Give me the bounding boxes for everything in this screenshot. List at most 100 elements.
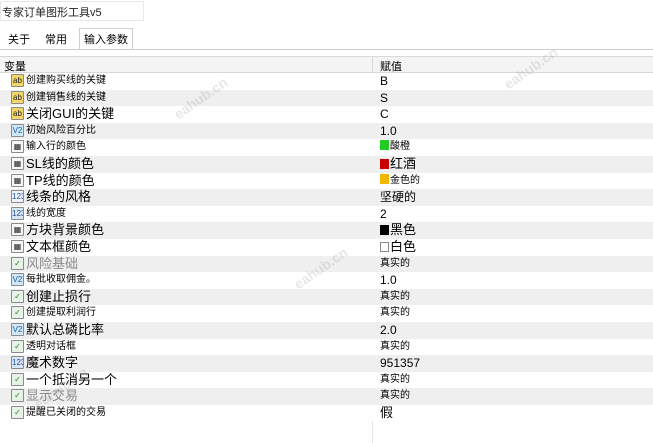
param-value[interactable]: 真实的 — [380, 256, 410, 272]
bool-icon: ✓ — [11, 389, 24, 403]
color-name: 白色 — [390, 238, 417, 254]
param-value[interactable]: B — [380, 73, 388, 89]
table-row[interactable]: V2 初始风险百分比 1.0 — [0, 122, 653, 140]
bool-icon: ✓ — [11, 306, 24, 320]
tab-common[interactable]: 常用 — [41, 31, 71, 49]
grid-header: 变量 赋值 — [0, 57, 653, 73]
param-value[interactable]: C — [380, 106, 389, 122]
param-value[interactable]: 酸橙 — [380, 139, 410, 155]
table-row[interactable]: 123 线的宽度 2 — [0, 205, 653, 223]
param-name: 一个抵消另一个 — [26, 371, 118, 387]
tab-inputs[interactable]: 输入参数 — [79, 28, 133, 50]
color-name: 黑色 — [390, 222, 417, 238]
color-icon: ▦ — [11, 140, 24, 154]
bool-icon: ✓ — [11, 372, 24, 386]
param-value[interactable]: 1.0 — [380, 123, 397, 139]
table-row[interactable]: ✓ 提醒已关闭的交易 假 — [0, 404, 653, 422]
table-row[interactable]: ab 创建购买线的关键 B — [0, 73, 653, 90]
table-row[interactable]: ▦ 输入行的颜色 酸橙 — [0, 139, 653, 156]
table-row[interactable]: ab 创建销售线的关键 S — [0, 89, 653, 107]
table-row[interactable]: ✓ 风险基础 真实的 — [0, 255, 653, 273]
double-icon: V2 — [11, 273, 24, 287]
table-row[interactable]: ✓ 创建提取利润行 真实的 — [0, 305, 653, 322]
color-name: 金色的 — [390, 174, 420, 186]
table-row[interactable]: ▦ 方块背景颜色 黑色 — [0, 222, 653, 239]
table-row[interactable]: ✓ 显示交易 真实的 — [0, 388, 653, 405]
param-name: 透明对话框 — [26, 340, 76, 352]
table-row[interactable]: ab 关闭GUI的关键 C — [0, 106, 653, 123]
param-value[interactable]: 真实的 — [380, 372, 410, 388]
param-name: 提醒已关闭的交易 — [26, 406, 106, 418]
table-row[interactable]: ▦ SL线的颜色 红酒 — [0, 155, 653, 173]
string-icon: ab — [11, 74, 24, 87]
param-name: SL线的颜色 — [26, 155, 94, 171]
table-row[interactable]: 123 魔术数字 951357 — [0, 355, 653, 372]
table-row[interactable]: ✓ 一个抵消另一个 真实的 — [0, 371, 653, 389]
param-value[interactable]: 金色的 — [380, 173, 420, 189]
column-separator[interactable] — [372, 57, 373, 72]
color-swatch — [380, 225, 389, 236]
param-value[interactable]: S — [380, 90, 388, 106]
color-icon: ▦ — [11, 223, 24, 237]
param-value[interactable]: 真实的 — [380, 388, 410, 404]
param-name: 创建销售线的关键 — [26, 91, 106, 103]
param-name: 默认总磷比率 — [26, 321, 105, 337]
string-icon: ab — [11, 90, 24, 104]
table-row[interactable]: ✓ 创建止损行 真实的 — [0, 288, 653, 306]
double-icon: V2 — [11, 123, 24, 137]
param-name: 关闭GUI的关键 — [26, 106, 115, 122]
tab-about[interactable]: 关于 — [4, 31, 34, 49]
param-name: 风险基础 — [26, 255, 79, 271]
bool-icon: ✓ — [11, 339, 24, 353]
tab-underline — [0, 49, 653, 50]
tab-bar: 关于 常用 输入参数 — [0, 28, 653, 50]
param-value[interactable]: 2.0 — [380, 322, 397, 338]
param-value[interactable]: 真实的 — [380, 305, 410, 321]
param-name: 线的宽度 — [26, 207, 66, 219]
param-name: 显示交易 — [26, 388, 79, 404]
string-icon: ab — [11, 107, 24, 121]
color-icon: ▦ — [11, 173, 24, 187]
table-row[interactable]: ▦ TP线的颜色 金色的 — [0, 172, 653, 190]
param-value[interactable]: 真实的 — [380, 339, 410, 355]
color-swatch — [380, 173, 389, 184]
param-value[interactable]: 坚硬的 — [380, 189, 416, 205]
inputs-grid: 变量 赋值 ab 创建购买线的关键 B ab 创建销售线的关键 S ab 关闭G… — [0, 56, 653, 443]
table-row[interactable]: ▦ 文本框颜色 白色 — [0, 238, 653, 256]
param-value[interactable]: 黑色 — [380, 222, 416, 238]
table-row[interactable]: ✓ 透明对话框 真实的 — [0, 338, 653, 356]
column-header-value[interactable]: 赋值 — [380, 58, 402, 74]
param-value[interactable]: 951357 — [380, 355, 420, 371]
table-row[interactable]: V2 默认总磷比率 2.0 — [0, 321, 653, 339]
param-name: 方块背景颜色 — [26, 222, 105, 238]
color-swatch — [380, 140, 389, 151]
param-value[interactable]: 2 — [380, 206, 387, 222]
color-swatch — [380, 241, 389, 252]
integer-icon: 123 — [11, 356, 24, 370]
param-name: 每批收取佣金。 — [26, 274, 96, 286]
column-header-variable[interactable]: 变量 — [4, 58, 26, 74]
param-name: TP线的颜色 — [26, 172, 95, 188]
table-row[interactable]: 123 线条的风格 坚硬的 — [0, 189, 653, 206]
param-name: 线条的风格 — [26, 189, 92, 205]
bool-icon: ✓ — [11, 289, 24, 303]
color-icon: ▦ — [11, 156, 24, 170]
param-name: 文本框颜色 — [26, 238, 92, 254]
param-name: 初始风险百分比 — [26, 124, 96, 136]
param-name: 输入行的颜色 — [26, 141, 86, 153]
enum-icon: 123 — [11, 190, 24, 204]
color-swatch — [380, 158, 389, 169]
param-name: 魔术数字 — [26, 355, 79, 371]
param-value[interactable]: 白色 — [380, 239, 416, 255]
bool-icon: ✓ — [11, 256, 24, 270]
param-name: 创建提取利润行 — [26, 307, 96, 319]
bool-icon: ✓ — [11, 405, 24, 419]
param-name: 创建止损行 — [26, 288, 92, 304]
param-value[interactable]: 1.0 — [380, 272, 397, 288]
param-value[interactable]: 红酒 — [380, 156, 416, 172]
table-row[interactable]: V2 每批收取佣金。 1.0 — [0, 272, 653, 289]
double-icon: V2 — [11, 322, 24, 336]
param-value[interactable]: 假 — [380, 405, 393, 421]
title-bar: 专家订单图形工具v5 — [0, 0, 653, 22]
param-value[interactable]: 真实的 — [380, 289, 410, 305]
